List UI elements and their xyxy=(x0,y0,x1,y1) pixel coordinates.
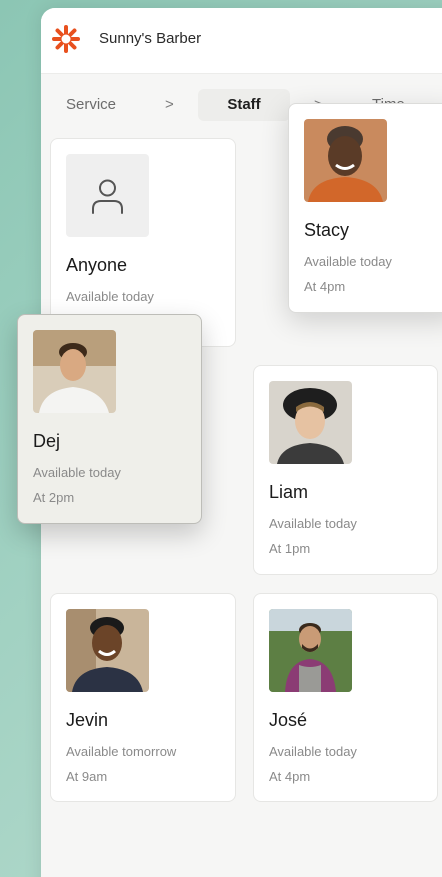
app-header: Sunny's Barber xyxy=(41,8,442,74)
staff-time: At 4pm xyxy=(269,769,311,784)
staff-card-jose[interactable]: José Available today At 4pm xyxy=(253,593,438,802)
staff-photo xyxy=(66,609,149,692)
staff-name: Liam xyxy=(269,482,309,502)
staff-availability: Available today xyxy=(269,516,357,531)
staff-name: José xyxy=(269,710,308,730)
staff-availability: Available today xyxy=(304,254,392,269)
sun-icon xyxy=(52,25,80,53)
staff-name: Stacy xyxy=(304,220,350,240)
staff-name: Dej xyxy=(33,431,61,451)
staff-availability: Available today xyxy=(66,289,154,304)
staff-photo xyxy=(33,330,116,413)
staff-card-dej[interactable]: Dej Available today At 2pm xyxy=(17,314,202,524)
staff-time: At 2pm xyxy=(33,490,75,505)
staff-time: At 9am xyxy=(66,769,108,784)
breadcrumb-staff[interactable]: Staff xyxy=(198,89,290,121)
staff-name: Anyone xyxy=(66,255,128,275)
staff-name: Jevin xyxy=(66,710,109,730)
staff-card-liam[interactable]: Liam Available today At 1pm xyxy=(253,365,438,575)
staff-card-stacy[interactable]: Stacy Available today At 4pm xyxy=(288,103,442,313)
staff-photo xyxy=(304,119,387,202)
staff-photo xyxy=(269,609,352,692)
chevron-right-icon: > xyxy=(165,96,174,113)
staff-availability: Available tomorrow xyxy=(66,744,177,759)
user-icon xyxy=(66,154,149,237)
staff-photo xyxy=(269,381,352,464)
staff-availability: Available today xyxy=(269,744,357,759)
staff-time: At 1pm xyxy=(269,541,311,556)
brand-name: Sunny's Barber xyxy=(99,30,202,47)
breadcrumb-service[interactable]: Service xyxy=(66,96,116,113)
staff-card-jevin[interactable]: Jevin Available tomorrow At 9am xyxy=(50,593,236,802)
staff-time: At 4pm xyxy=(304,279,346,294)
staff-availability: Available today xyxy=(33,465,121,480)
